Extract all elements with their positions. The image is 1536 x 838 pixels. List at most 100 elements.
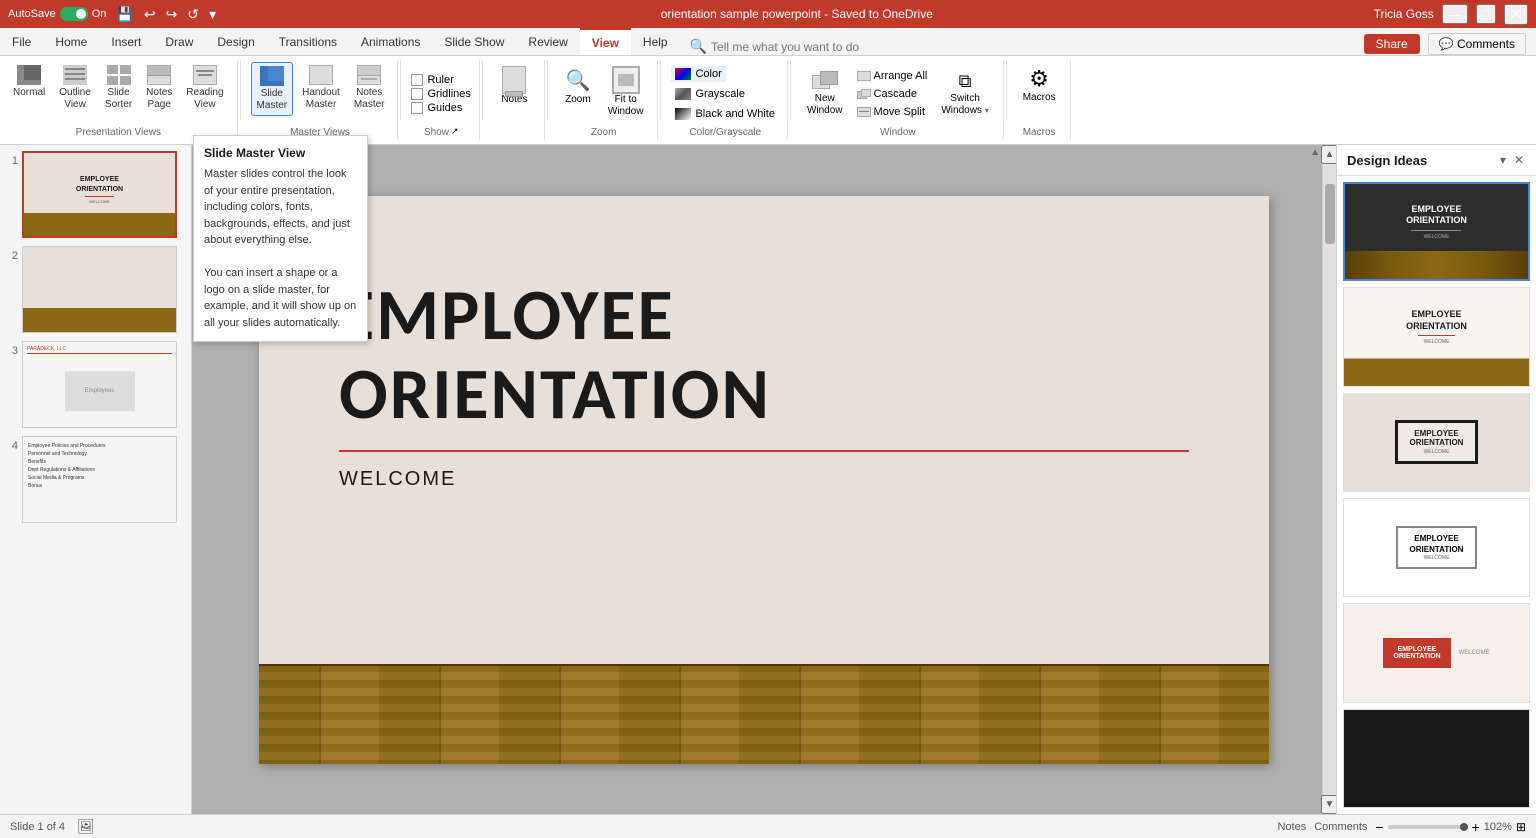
slide-thumb-4[interactable]: 4 Employee Policies and Procedures Perso… bbox=[4, 434, 187, 525]
btn-color[interactable]: Color bbox=[671, 66, 725, 82]
redo-button[interactable]: ↪ bbox=[162, 4, 182, 25]
comments-status-btn[interactable]: Comments bbox=[1314, 821, 1367, 833]
normal-view-label: Normal bbox=[13, 87, 45, 99]
maximize-button[interactable]: □ bbox=[1476, 4, 1496, 24]
zoom-area: − + 102% ⊞ bbox=[1375, 819, 1526, 835]
tab-home[interactable]: Home bbox=[43, 28, 99, 55]
tab-help[interactable]: Help bbox=[631, 28, 680, 55]
tab-file[interactable]: File bbox=[0, 28, 43, 55]
slide-thumb-2[interactable]: 2 bbox=[4, 244, 187, 335]
zoom-out-btn[interactable]: − bbox=[1375, 819, 1383, 835]
autosave-state: On bbox=[92, 8, 107, 20]
cascade-icon bbox=[857, 89, 871, 99]
zoom-in-btn[interactable]: + bbox=[1472, 819, 1480, 835]
show-dialog-button[interactable]: ↗ bbox=[451, 126, 459, 137]
btn-new-window[interactable]: NewWindow bbox=[801, 67, 849, 121]
tab-transitions[interactable]: Transitions bbox=[267, 28, 349, 55]
btn-outline-view[interactable]: OutlineView bbox=[54, 62, 96, 114]
status-right: Notes Comments − + 102% ⊞ bbox=[1277, 819, 1526, 835]
btn-slide-master[interactable]: SlideMaster bbox=[251, 62, 294, 116]
gridlines-checkbox[interactable]: Gridlines bbox=[411, 88, 470, 100]
design-idea-3[interactable]: EMPLOYEEORIENTATION WELCOME bbox=[1343, 393, 1530, 492]
btn-grayscale[interactable]: Grayscale bbox=[671, 86, 749, 102]
zoom-slider[interactable] bbox=[1388, 825, 1468, 829]
design-idea-6[interactable] bbox=[1343, 709, 1530, 808]
slide-wood-floor bbox=[259, 664, 1269, 764]
tab-slideshow[interactable]: Slide Show bbox=[432, 28, 516, 55]
di-red-5: EMPLOYEEORIENTATION WELCOME bbox=[1344, 604, 1529, 701]
btn-normal-view[interactable]: Normal bbox=[8, 62, 50, 102]
comments-button[interactable]: 💬 Comments bbox=[1428, 33, 1526, 55]
search-input[interactable] bbox=[711, 40, 911, 54]
slide-master-label: SlideMaster bbox=[257, 88, 288, 112]
minimize-button[interactable]: — bbox=[1442, 4, 1468, 24]
notes-page-icon bbox=[147, 65, 171, 85]
vertical-scrollbar[interactable]: ▲ ▼ bbox=[1322, 145, 1336, 814]
design-idea-5[interactable]: EMPLOYEEORIENTATION WELCOME bbox=[1343, 603, 1530, 702]
guides-checkbox[interactable]: Guides bbox=[411, 102, 470, 114]
fit-page-btn[interactable]: ⊞ bbox=[1516, 820, 1526, 834]
btn-macros[interactable]: ⚙ Macros bbox=[1017, 62, 1062, 108]
gridlines-checkbox-box bbox=[411, 88, 423, 100]
di-light-2: EMPLOYEEORIENTATION WELCOME bbox=[1344, 288, 1529, 385]
undo-button[interactable]: ↩ bbox=[140, 4, 160, 25]
undo-redo-group: 💾 ↩ ↪ ↺ ▾ bbox=[112, 4, 220, 25]
btn-fit-to-window[interactable]: Fit toWindow bbox=[602, 62, 650, 122]
color-label: Color bbox=[695, 68, 721, 80]
share-button[interactable]: Share bbox=[1364, 34, 1420, 54]
slide-thumb-3[interactable]: 3 PARADECK, LLC Employees bbox=[4, 339, 187, 430]
notes-status-btn[interactable]: Notes bbox=[1277, 821, 1306, 833]
btn-move-split[interactable]: Move Split bbox=[853, 104, 932, 120]
autosave-toggle[interactable] bbox=[60, 7, 88, 21]
btn-notes-page[interactable]: NotesPage bbox=[141, 62, 177, 114]
design-idea-2[interactable]: EMPLOYEEORIENTATION WELCOME bbox=[1343, 287, 1530, 386]
slide-thumb-1[interactable]: 1 EMPLOYEEORIENTATION WELCOME bbox=[4, 149, 187, 240]
cascade-label: Cascade bbox=[874, 88, 917, 100]
btn-black-white[interactable]: Black and White bbox=[671, 106, 778, 122]
btn-handout-master[interactable]: HandoutMaster bbox=[297, 62, 345, 114]
tab-review[interactable]: Review bbox=[516, 28, 579, 55]
group-cg-label: Color/Grayscale bbox=[689, 127, 761, 138]
slide1-title: EMPLOYEEORIENTATION bbox=[76, 175, 123, 193]
slide-info: Slide 1 of 4 bbox=[10, 821, 65, 833]
ruler-checkbox[interactable]: Ruler bbox=[411, 74, 470, 86]
scroll-thumb-vert[interactable] bbox=[1325, 184, 1335, 244]
di4-sub: WELCOME bbox=[1424, 555, 1450, 561]
more-button[interactable]: ▾ bbox=[205, 4, 220, 25]
tab-view[interactable]: View bbox=[580, 28, 631, 55]
btn-zoom[interactable]: 🔍 Zoom bbox=[558, 62, 598, 110]
slide4-item6: Bonus bbox=[28, 482, 106, 490]
design-idea-4[interactable]: EMPLOYEEORIENTATION WELCOME bbox=[1343, 498, 1530, 597]
slide-num-1: 1 bbox=[6, 155, 18, 167]
btn-cascade[interactable]: Cascade bbox=[853, 86, 932, 102]
design-ideas-dropdown[interactable]: ▾ bbox=[1498, 151, 1508, 169]
btn-arrange-all[interactable]: Arrange All bbox=[853, 68, 932, 84]
btn-switch-windows[interactable]: ⧉ SwitchWindows ▾ bbox=[935, 67, 994, 121]
slide-info-icon[interactable]: 🖼 bbox=[77, 818, 95, 835]
slide4-item2: Personnel and Technology bbox=[28, 450, 106, 458]
tab-draw[interactable]: Draw bbox=[153, 28, 205, 55]
save-button[interactable]: 💾 bbox=[112, 4, 137, 25]
di2-title: EMPLOYEEORIENTATION bbox=[1406, 309, 1467, 332]
btn-slide-sorter[interactable]: SlideSorter bbox=[100, 62, 137, 114]
design-idea-1[interactable]: EMPLOYEEORIENTATION WELCOME bbox=[1343, 182, 1530, 281]
design-ideas-close[interactable]: ✕ bbox=[1512, 151, 1526, 169]
separator-5 bbox=[660, 60, 661, 120]
tab-insert[interactable]: Insert bbox=[99, 28, 153, 55]
tab-animations[interactable]: Animations bbox=[349, 28, 432, 55]
ruler-label: Ruler bbox=[427, 74, 453, 86]
di1-title: EMPLOYEEORIENTATION bbox=[1406, 204, 1467, 227]
slide-sorter-icon bbox=[107, 65, 131, 85]
btn-reading-view[interactable]: ReadingView bbox=[181, 62, 228, 114]
scroll-up-arrow[interactable]: ▲ bbox=[1310, 147, 1320, 158]
repeat-button[interactable]: ↺ bbox=[183, 4, 203, 25]
group-macros: ⚙ Macros Macros bbox=[1009, 60, 1071, 140]
group-color-grayscale: Color Grayscale Black and White Color/Gr… bbox=[663, 60, 787, 140]
scroll-down-btn[interactable]: ▼ bbox=[1321, 795, 1336, 814]
btn-notes[interactable]: Notes bbox=[495, 62, 533, 110]
tab-design[interactable]: Design bbox=[205, 28, 266, 55]
close-button[interactable]: ✕ bbox=[1504, 4, 1528, 25]
grayscale-icon bbox=[675, 88, 691, 100]
scroll-up-btn[interactable]: ▲ bbox=[1321, 145, 1336, 164]
btn-notes-master[interactable]: NotesMaster bbox=[349, 62, 390, 114]
